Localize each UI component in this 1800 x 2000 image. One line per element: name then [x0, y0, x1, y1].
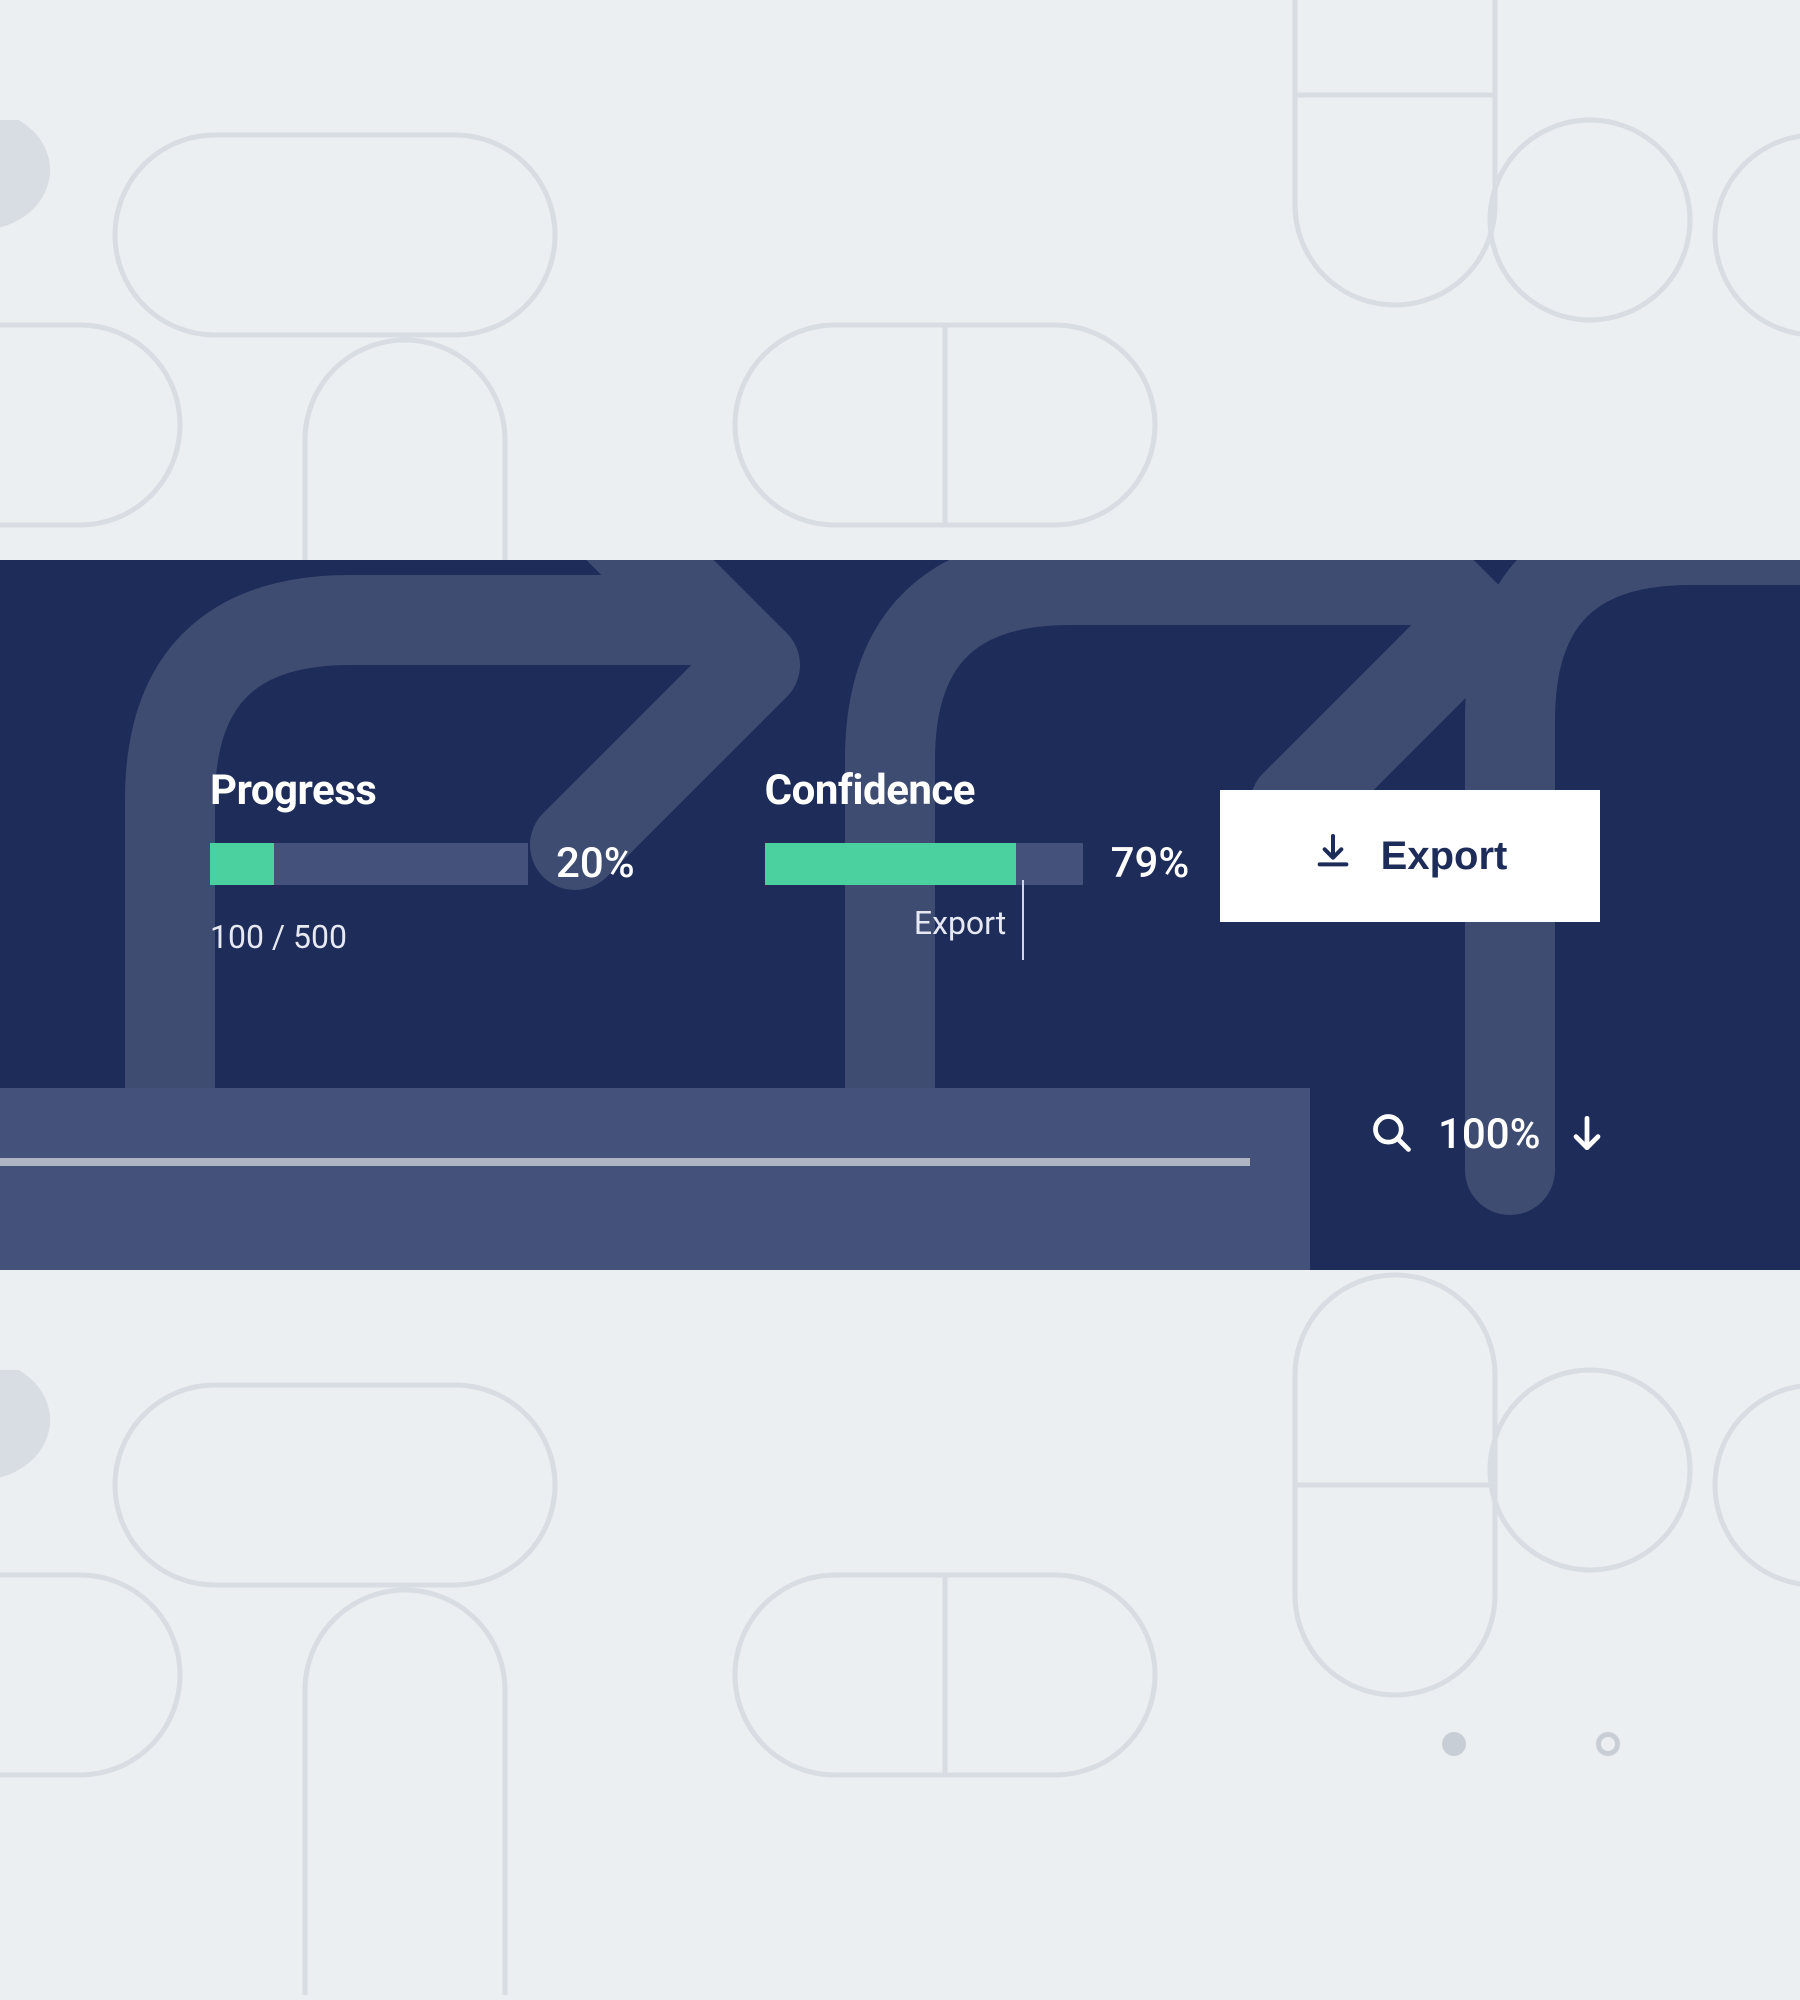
arrow-down-icon[interactable]: [1565, 1111, 1609, 1159]
timeline-track[interactable]: [0, 1158, 1250, 1166]
confidence-percent: 79%: [1111, 839, 1190, 888]
status-banner: Progress 20% 100 / 500 Confidence 79%: [0, 560, 1800, 1270]
confidence-metric: Confidence 79% Export: [765, 766, 1190, 906]
confidence-marker-line: [1022, 880, 1024, 960]
timeline-toolbar[interactable]: [0, 1088, 1310, 1270]
search-icon[interactable]: [1370, 1111, 1414, 1159]
confidence-title: Confidence: [765, 766, 1190, 815]
dot-outline[interactable]: [1596, 1732, 1620, 1756]
progress-metric: Progress 20% 100 / 500: [210, 766, 635, 956]
progress-bar: [210, 843, 528, 885]
zoom-percent: 100%: [1438, 1110, 1541, 1159]
confidence-bar: [765, 843, 1083, 885]
progress-bar-fill: [210, 843, 274, 885]
pagination-dots: [1442, 1732, 1620, 1756]
dot-filled[interactable]: [1442, 1732, 1466, 1756]
export-button-label: Export: [1381, 834, 1508, 879]
progress-title: Progress: [210, 766, 635, 815]
download-icon: [1313, 831, 1353, 881]
confidence-bar-fill: [765, 843, 1016, 885]
export-button[interactable]: Export: [1220, 790, 1600, 922]
progress-count: 100 / 500: [210, 918, 635, 956]
zoom-controls: 100%: [1370, 1110, 1609, 1159]
confidence-tooltip-label: Export: [914, 904, 1022, 942]
progress-percent: 20%: [556, 839, 635, 888]
